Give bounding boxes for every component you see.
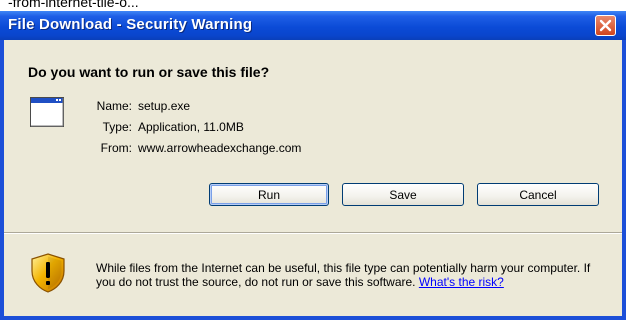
name-value: setup.exe [138,99,191,113]
type-label: Type: [102,120,132,134]
warning-text: While files from the Internet can be use… [96,261,591,289]
dialog-question: Do you want to run or save this file? [28,64,270,80]
whats-the-risk-link[interactable]: What's the risk? [419,275,504,289]
cancel-button[interactable]: Cancel [477,183,599,206]
warning-message: While files from the Internet can be use… [96,261,611,289]
separator-highlight [4,233,622,234]
security-shield-icon [31,253,65,293]
background-caption: -from-internet-tile-o... [0,0,626,11]
close-icon [599,19,612,32]
from-label: From: [100,141,132,155]
name-label: Name: [96,99,132,113]
save-button[interactable]: Save [342,183,464,206]
file-download-dialog: File Download - Security Warning Do you … [0,11,626,320]
run-button[interactable]: Run [209,183,329,206]
title-bar[interactable]: File Download - Security Warning [0,11,626,40]
type-value: Application, 11.0MB [138,120,244,134]
close-button[interactable] [595,15,616,36]
window-title: File Download - Security Warning [8,16,253,33]
from-value: www.arrowheadexchange.com [138,141,302,155]
dialog-body: Do you want to run or save this file? Na… [4,40,622,316]
background-caption-text: -from-internet-tile-o... [8,0,139,10]
